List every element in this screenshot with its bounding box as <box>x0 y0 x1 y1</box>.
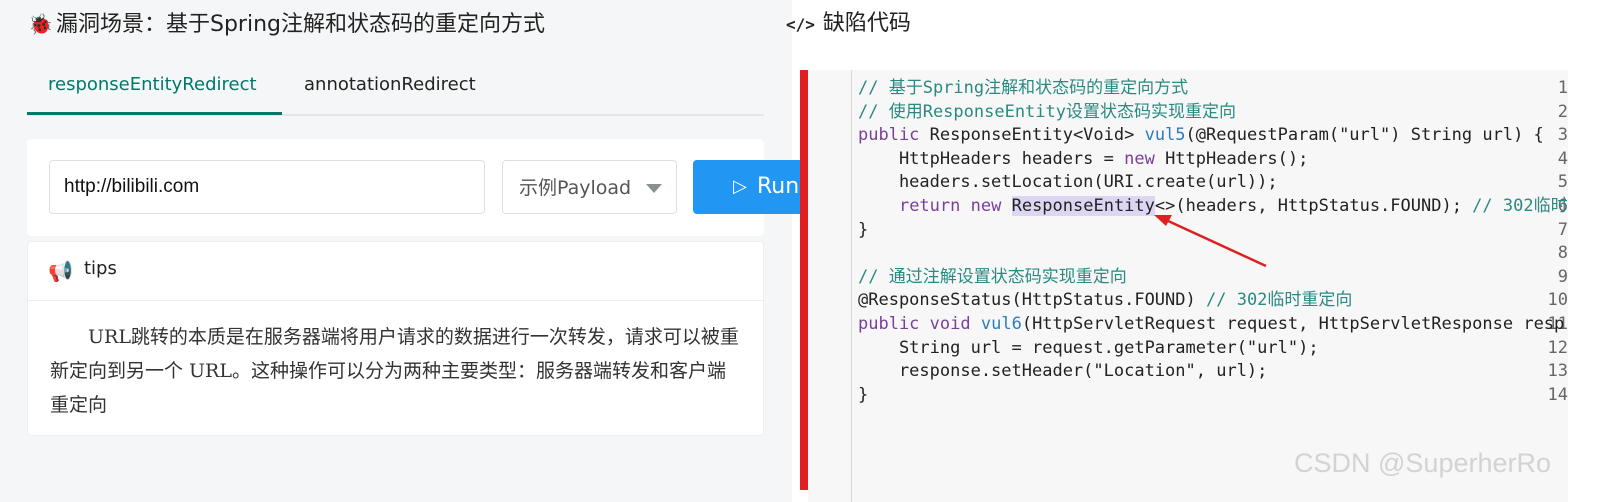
url-input[interactable] <box>49 160 485 214</box>
code-text: headers.setLocation(URI.create(url)); <box>858 172 1278 193</box>
payload-select[interactable]: 示例Payload <box>502 160 677 214</box>
tips-body: URL跳转的本质是在服务器端将用户请求的数据进行一次转发，请求可以被重新定向到另… <box>50 326 739 416</box>
code-text: HttpHeaders headers = new HttpHeaders(); <box>858 148 1309 169</box>
chevron-down-icon <box>646 184 662 193</box>
code-text: String url = request.getParameter("url")… <box>858 337 1319 358</box>
line-number: 4 <box>1557 148 1568 169</box>
line-number: 12 <box>1547 337 1568 358</box>
code-line: 10 @ResponseStatus(HttpStatus.FOUND) // 3… <box>808 289 1568 312</box>
code-text: // 通过注解设置状态码实现重定向 <box>858 266 1127 287</box>
code-text: // 使用ResponseEntity设置状态码实现重定向 <box>858 101 1236 122</box>
line-number: 10 <box>1547 290 1568 311</box>
bug-icon: 🐞 <box>28 12 53 36</box>
line-number: 5 <box>1557 172 1568 193</box>
code-text: public ResponseEntity<Void> vul5(@Reques… <box>858 125 1544 146</box>
code-text: response.setHeader("Location", url); <box>858 361 1268 382</box>
code-editor[interactable]: 1 // 基于Spring注解和状态码的重定向方式 2 // 使用ResponseEn… <box>808 70 1568 502</box>
line-number: 2 <box>1557 101 1568 122</box>
code-line: 5 headers.setLocation(URI.create(url)); <box>808 171 1568 194</box>
code-line: 9 // 通过注解设置状态码实现重定向 <box>808 266 1568 289</box>
payload-select-label: 示例Payload <box>519 177 632 199</box>
tips-header: 📢 tips <box>28 242 763 301</box>
tab-response-entity-redirect[interactable]: responseEntityRedirect <box>48 72 257 114</box>
tab-bar: responseEntityRedirect annotationRedirec… <box>27 62 764 116</box>
play-icon: ▷ <box>733 176 747 197</box>
payload-card: 示例Payload ▷ Run <box>27 139 833 236</box>
code-line: 11 public void vul6(HttpServletRequest re… <box>808 313 1568 336</box>
highlight-marker-bar <box>800 70 808 490</box>
code-text: public void vul6(HttpServletRequest requ… <box>858 314 1565 334</box>
vuln-scenario-title: 🐞 漏洞场景：基于Spring注解和状态码的重定向方式 <box>28 9 545 39</box>
line-number: 7 <box>1557 219 1568 240</box>
run-button-label: Run <box>757 174 800 199</box>
line-number: 13 <box>1547 361 1568 382</box>
code-text: } <box>858 219 869 240</box>
code-text: // 基于Spring注解和状态码的重定向方式 <box>858 78 1189 98</box>
tips-title: tips <box>84 258 117 279</box>
code-line: 4 HttpHeaders headers = new HttpHeaders(… <box>808 148 1568 171</box>
code-line: 12 String url = request.getParameter("ur… <box>808 337 1568 360</box>
code-line: 14} <box>808 384 1568 407</box>
line-number: 9 <box>1557 266 1568 287</box>
line-number: 14 <box>1547 384 1568 405</box>
code-line: 6 return new ResponseEntity<>(headers, H… <box>808 195 1568 218</box>
tab-annotation-redirect[interactable]: annotationRedirect <box>304 72 476 114</box>
line-number: 8 <box>1557 243 1568 264</box>
code-text: @ResponseStatus(HttpStatus.FOUND) // 302… <box>858 290 1353 311</box>
code-line: 8 <box>808 242 1568 265</box>
code-text: return new ResponseEntity<>(headers, Htt… <box>898 196 1568 216</box>
code-line: 13 response.setHeader("Location", url); <box>808 360 1568 383</box>
code-line: 2 // 使用ResponseEntity设置状态码实现重定向 <box>808 101 1568 124</box>
vuln-scenario-title-text: 漏洞场景：基于Spring注解和状态码的重定向方式 <box>56 12 545 37</box>
code-icon: </> <box>786 15 815 34</box>
defect-code-title: </> 缺陷代码 <box>786 9 911 39</box>
code-line: 7} <box>808 219 1568 242</box>
active-tab-indicator <box>27 112 282 115</box>
watermark: CSDN @SuperherRo <box>1294 448 1552 478</box>
code-text: } <box>858 384 869 405</box>
code-line: 3 public ResponseEntity<Void> vul5(@Reque… <box>808 124 1568 147</box>
tips-card: 📢 tips URL跳转的本质是在服务器端将用户请求的数据进行一次转发，请求可以… <box>27 241 764 436</box>
defect-code-title-text: 缺陷代码 <box>822 11 911 36</box>
megaphone-icon: 📢 <box>48 259 73 283</box>
code-line: 1 // 基于Spring注解和状态码的重定向方式 <box>808 77 1568 100</box>
right-edge-strip <box>1568 0 1608 502</box>
line-number: 1 <box>1557 78 1568 98</box>
